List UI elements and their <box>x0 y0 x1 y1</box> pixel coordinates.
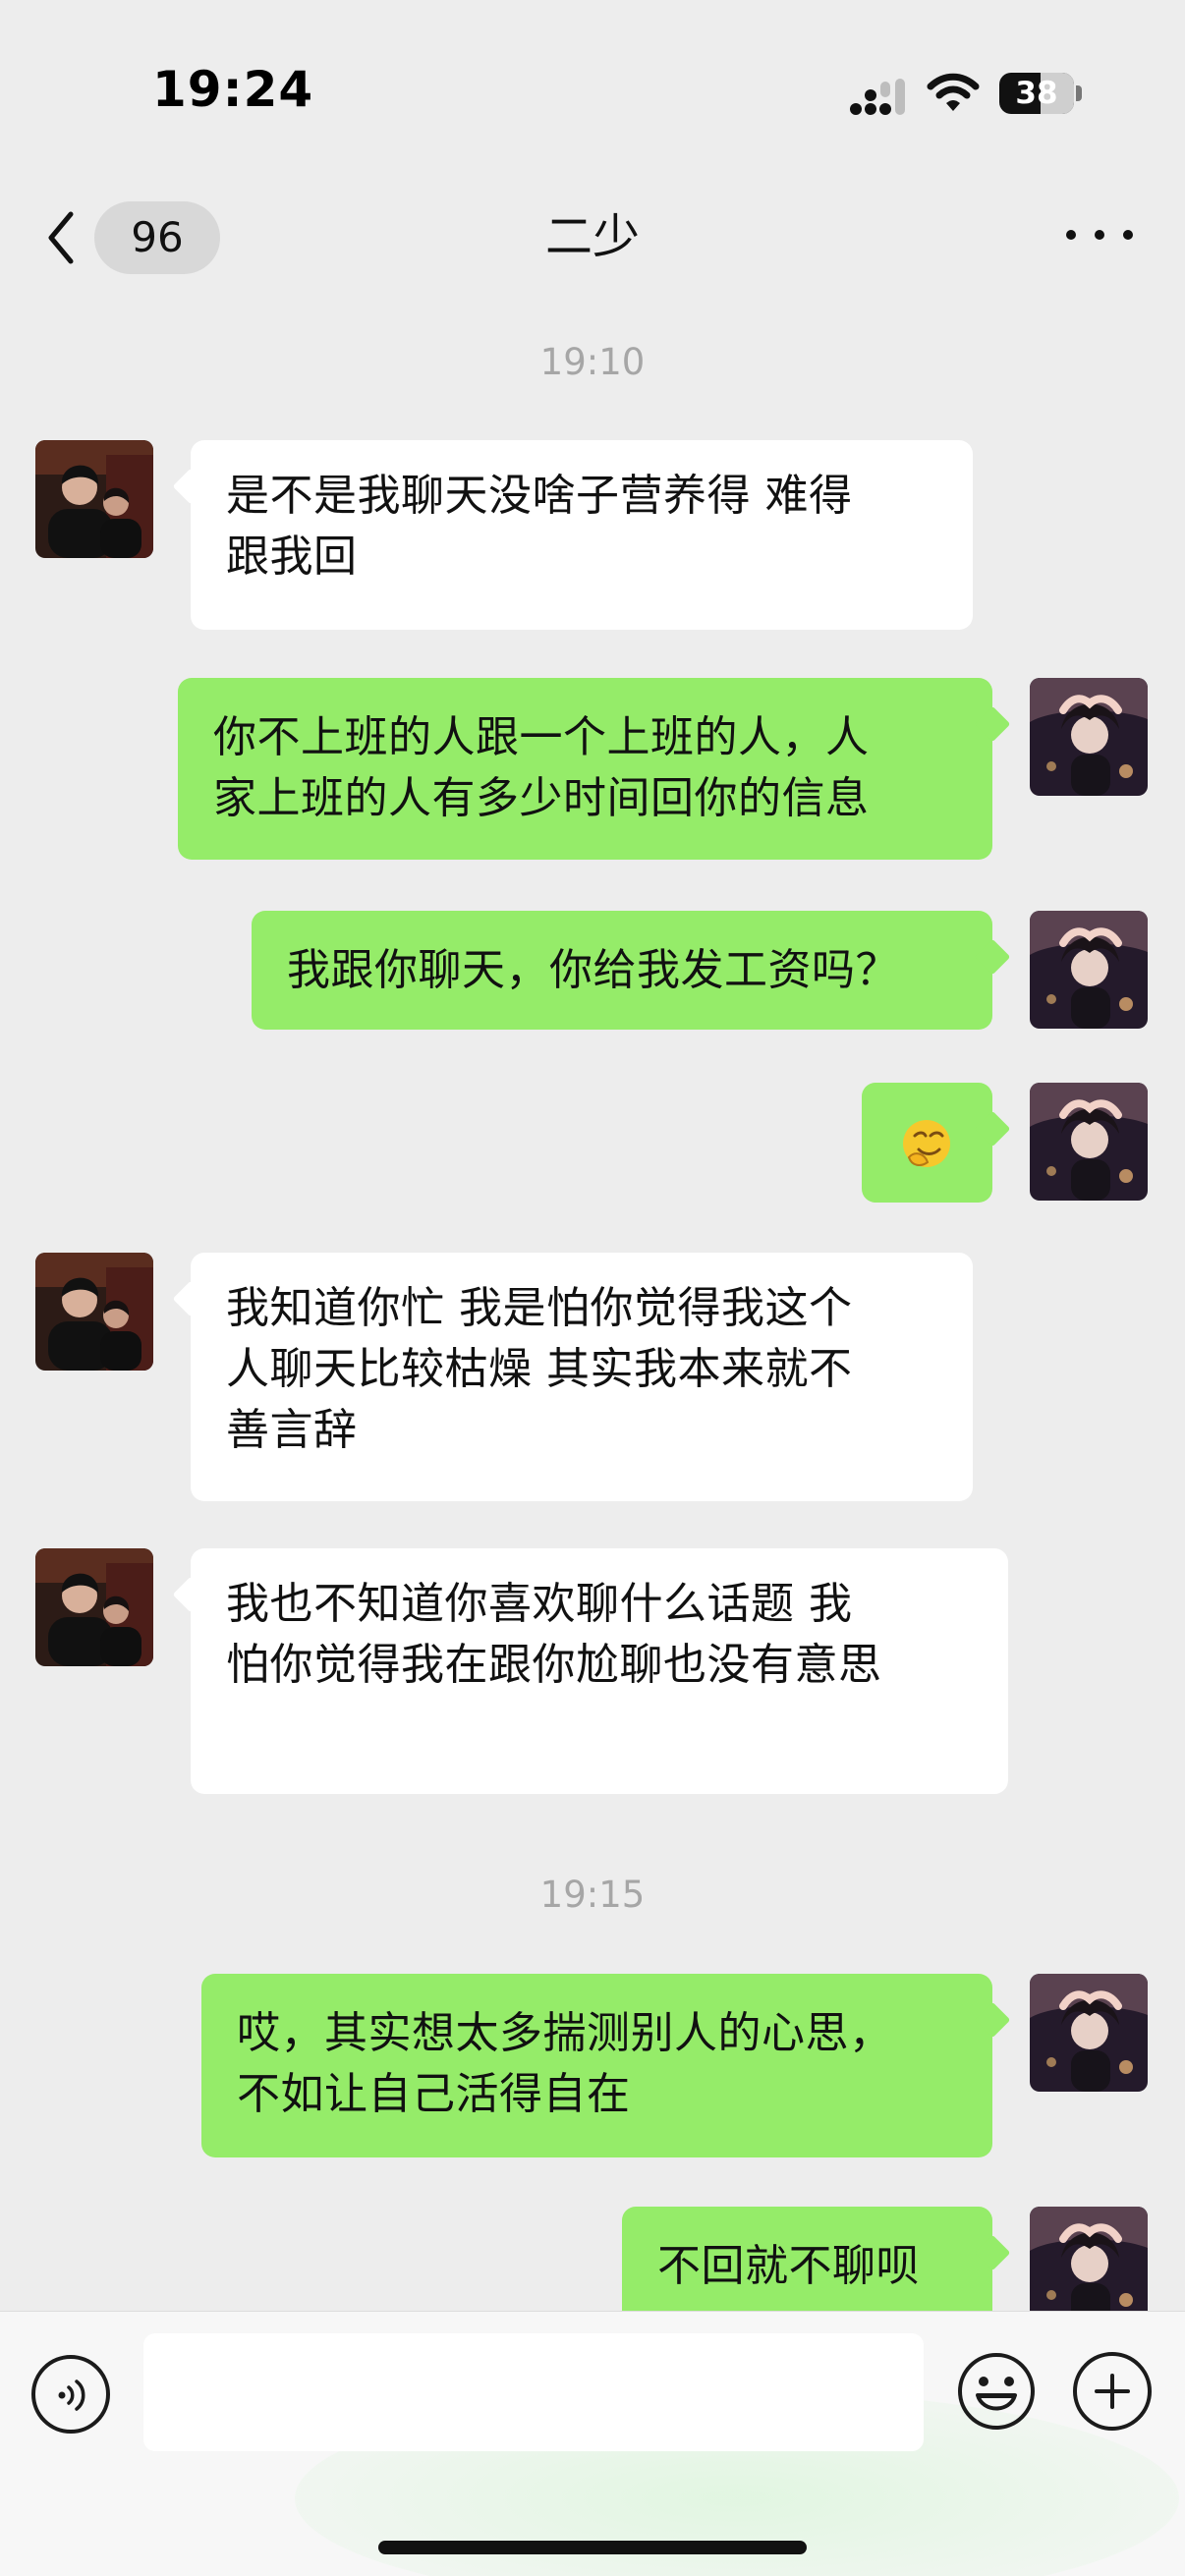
smile-emoji-icon <box>903 1120 950 1167</box>
status-time: 19:24 <box>152 61 314 118</box>
more-icon-dot <box>1123 230 1133 240</box>
signal-icon <box>850 79 905 115</box>
outgoing-message[interactable]: 我跟你聊天，你给我发工资吗？ <box>252 911 992 1030</box>
timestamp: 19:10 <box>539 341 646 383</box>
outgoing-message[interactable]: 你不上班的人跟一个上班的人，人 家上班的人有多少时间回你的信息 <box>178 678 992 860</box>
user-avatar[interactable] <box>1030 1974 1148 2092</box>
voice-button[interactable] <box>31 2355 110 2434</box>
user-avatar[interactable] <box>1030 2207 1148 2311</box>
outgoing-message[interactable]: 哎，其实想太多揣测别人的心思， 不如让自己活得自在 <box>201 1974 992 2157</box>
message-input[interactable] <box>143 2333 924 2451</box>
unread-count-badge: 96 <box>94 201 220 274</box>
battery-icon: 38 <box>999 73 1082 114</box>
home-indicator <box>378 2541 807 2554</box>
more-icon-dot <box>1066 230 1076 240</box>
incoming-message[interactable]: 我知道你忙 我是怕你觉得我这个 人聊天比较枯燥 其实我本来就不 善言辞 <box>191 1253 973 1501</box>
emoji-button[interactable] <box>955 2350 1038 2433</box>
chat-screen: 19:24 38 96 二少 19:10 是不是我聊天没啥子营养得 难得 跟我回… <box>0 0 1185 2576</box>
battery-cap <box>1076 85 1082 101</box>
contact-avatar[interactable] <box>35 1253 153 1371</box>
outgoing-message[interactable]: 不回就不聊呗 <box>622 2207 992 2311</box>
battery-level: 38 <box>1015 76 1058 111</box>
user-avatar[interactable] <box>1030 1083 1148 1201</box>
more-button[interactable] <box>1066 208 1137 259</box>
chat-header: 96 二少 <box>0 177 1185 285</box>
incoming-message[interactable]: 是不是我聊天没啥子营养得 难得 跟我回 <box>191 440 973 630</box>
chevron-left-icon <box>48 211 74 264</box>
status-bar: 19:24 38 <box>0 0 1185 177</box>
plus-icon-vertical <box>1110 2374 1114 2409</box>
wifi-icon <box>927 73 980 111</box>
outgoing-emoji-message[interactable] <box>862 1083 992 1203</box>
plus-button[interactable] <box>1073 2352 1152 2431</box>
voice-icon <box>58 2380 85 2411</box>
incoming-message[interactable]: 我也不知道你喜欢聊什么话题 我 怕你觉得我在跟你尬聊也没有意思 <box>191 1548 1008 1794</box>
timestamp: 19:15 <box>539 1874 646 1916</box>
contact-avatar[interactable] <box>35 1548 153 1666</box>
user-avatar[interactable] <box>1030 911 1148 1029</box>
chat-title: 二少 <box>544 209 640 264</box>
user-avatar[interactable] <box>1030 678 1148 796</box>
message-input-bar <box>0 2311 1185 2576</box>
message-list[interactable]: 19:10 是不是我聊天没啥子营养得 难得 跟我回 你不上班的人跟一个上班的人，… <box>0 285 1185 2311</box>
contact-avatar[interactable] <box>35 440 153 558</box>
back-button[interactable]: 96 <box>37 200 220 275</box>
more-icon-dot <box>1095 230 1104 240</box>
